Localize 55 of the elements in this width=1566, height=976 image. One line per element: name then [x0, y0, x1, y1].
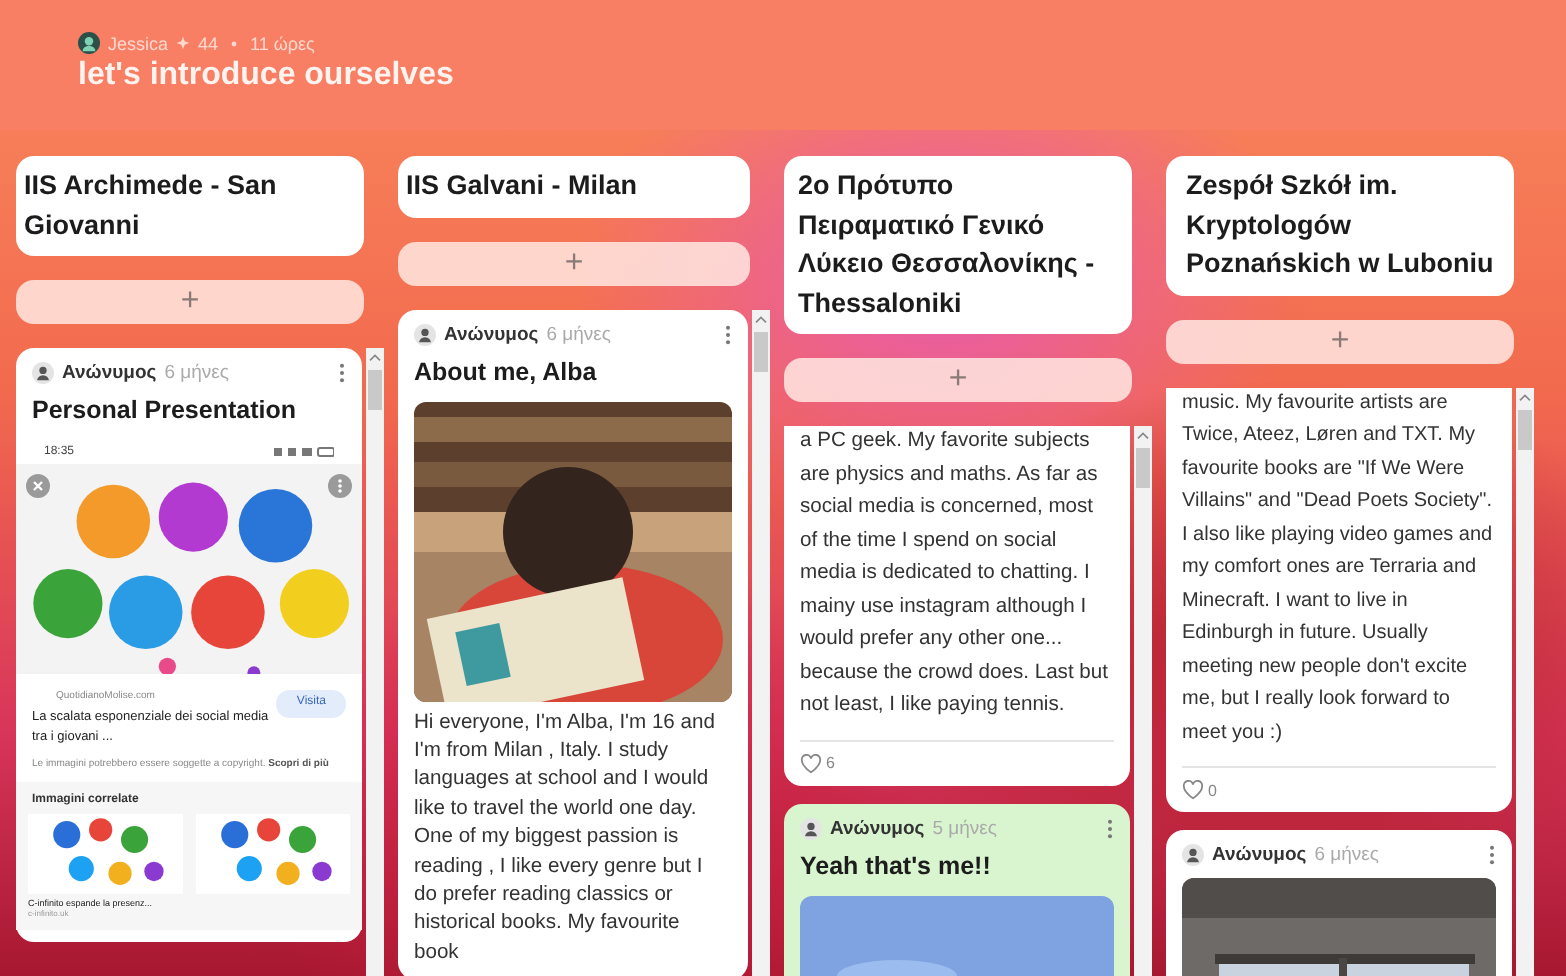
scroll-up-icon[interactable]	[1518, 391, 1532, 401]
scrollbar[interactable]	[366, 348, 384, 976]
avatar-icon	[78, 32, 100, 54]
post-author: Ανώνυμος	[830, 817, 925, 839]
more-icon[interactable]	[724, 323, 732, 345]
post-text: a PC geek. My favorite subjects are physics and maths. As far as social media is concerned, most of the time I spend on social media is dedicated to chatting. I mainy use instagram although I would prefer any other one... because the crowd does. Last but not least, I like paying tennis.	[800, 428, 1110, 720]
post-time: 5 μήνες	[932, 817, 999, 839]
add-post-button[interactable]: +	[16, 280, 364, 324]
post-title: About me, Alba	[414, 357, 599, 385]
like-count: 44	[198, 33, 219, 53]
more-icon[interactable]	[338, 362, 346, 384]
status-icons	[274, 446, 334, 458]
column-title: IIS Galvani - Milan	[398, 156, 750, 217]
heart-icon[interactable]	[1182, 780, 1204, 800]
heart-icon[interactable]	[800, 753, 822, 773]
post-time: 6 μήνες	[164, 362, 231, 384]
post-time: 6 μήνες	[546, 323, 613, 345]
avatar-icon	[32, 362, 54, 384]
scrollbar-thumb[interactable]	[1518, 409, 1532, 449]
more-icon[interactable]	[1106, 817, 1114, 839]
board-title: let's introduce ourselves	[78, 58, 456, 94]
post-time: 6 μήνες	[1314, 844, 1381, 866]
scrollbar[interactable]	[1134, 426, 1152, 976]
post-author: Ανώνυμος	[1212, 844, 1307, 866]
post-title: Yeah that's me!!	[800, 851, 993, 879]
post-text: music. My favourite artists are Twice, Ateez, Løren and TXT. My favourite books are "If We Were Villains" and "Dead Poets Society". I also like playing video games and my comfort ones are Terraria and Minecraft. I want to live in Edinburgh in future. Usually meeting new people don't excite me, but I really look forward to meet you :)	[1182, 389, 1495, 747]
like-count: 6	[826, 754, 835, 772]
avatar-icon	[1182, 844, 1204, 866]
close-icon	[26, 474, 50, 498]
scrollbar-thumb[interactable]	[368, 370, 382, 410]
add-post-button[interactable]: +	[1166, 319, 1514, 363]
add-post-button[interactable]: +	[398, 241, 750, 285]
author-name: Jessica	[108, 33, 169, 53]
post-text: Hi everyone, I'm Alba, I'm 16 and I'm from Milan , Italy. I study languages at school and I would like to travel the world one day. One of my biggest passion is reading , I like every genre but I do prefer reading classics or historical books. My favourite book	[414, 709, 717, 968]
scroll-up-icon[interactable]	[754, 313, 768, 323]
scroll-up-icon[interactable]	[368, 352, 382, 362]
more-icon	[328, 474, 352, 498]
more-icon[interactable]	[1488, 844, 1496, 866]
scrollbar[interactable]	[752, 309, 770, 976]
avatar-icon	[800, 817, 822, 839]
scrollbar[interactable]	[1516, 387, 1534, 976]
scrollbar-thumb[interactable]	[1136, 448, 1150, 488]
avatar-icon	[414, 323, 436, 345]
post-title: Personal Presentation	[32, 396, 298, 424]
column-title: 2ο Πρότυπο Πειραματικό Γενικό Λύκειο Θεσσαλονίκης - Thessaloniki	[784, 156, 1132, 334]
like-count: 0	[1208, 781, 1217, 799]
post-author: Ανώνυμος	[444, 323, 539, 345]
post-time: 11 ώρες	[250, 33, 315, 53]
star-icon	[176, 36, 191, 50]
scrollbar-thumb[interactable]	[754, 331, 768, 371]
scroll-up-icon[interactable]	[1136, 430, 1150, 440]
column-title: Zespół Szkół im. Kryptologów Poznańskich w Luboniu	[1166, 156, 1514, 295]
add-post-button[interactable]: +	[784, 358, 1132, 402]
column-title: IIS Archimede - San Giovanni	[16, 156, 364, 256]
post-author: Ανώνυμος	[62, 362, 157, 384]
